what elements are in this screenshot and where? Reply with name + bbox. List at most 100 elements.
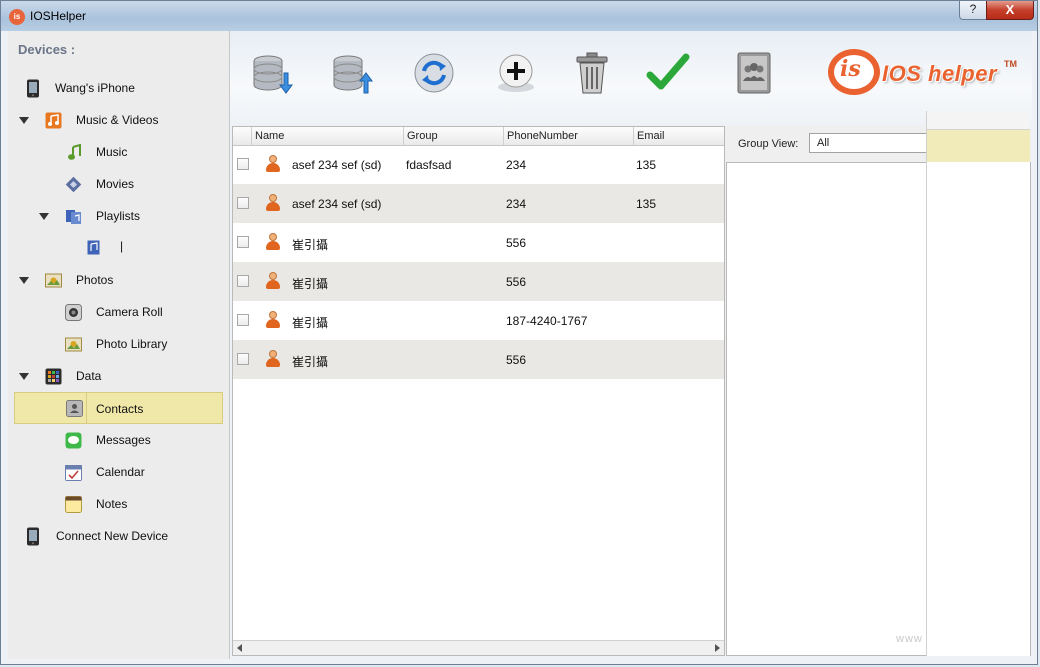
person-icon xyxy=(265,350,281,368)
data-grid-icon xyxy=(45,368,62,385)
database-import-icon[interactable] xyxy=(248,49,296,97)
title-bar: is IOSHelper ? X xyxy=(1,1,1037,31)
toolbar: is IOS helper TM xyxy=(230,31,1032,125)
person-icon xyxy=(265,194,281,212)
cell-name: asef 234 sef (sd) xyxy=(292,197,382,211)
overlay-header xyxy=(927,111,1030,130)
sidebar-item-label: Contacts xyxy=(96,402,144,416)
expand-arrow-icon[interactable] xyxy=(19,373,29,380)
camera-icon xyxy=(65,304,82,321)
table-row[interactable]: asef 234 sef (sd) fdasfsad 234 135 xyxy=(233,145,724,184)
horizontal-scrollbar[interactable] xyxy=(233,640,724,655)
expand-arrow-icon[interactable] xyxy=(19,117,29,124)
column-header-group[interactable]: Group xyxy=(403,127,503,145)
sidebar-item-photo-library[interactable]: Photo Library xyxy=(8,331,229,359)
table-row[interactable]: 崔引攝 187-4240-1767 xyxy=(233,301,724,340)
person-icon xyxy=(265,233,281,251)
sidebar-item-label: Camera Roll xyxy=(96,305,163,319)
sidebar-item-label: Data xyxy=(76,369,102,383)
sidebar-item-label: Photos xyxy=(76,273,114,287)
trash-icon[interactable] xyxy=(568,49,616,97)
sidebar-item-photos[interactable]: Photos xyxy=(8,267,229,295)
sidebar-item-camera-roll[interactable]: Camera Roll xyxy=(8,299,229,327)
devices-heading: Devices : xyxy=(18,42,76,57)
sidebar-item-label: Photo Library xyxy=(96,337,168,351)
sidebar-item-label: Calendar xyxy=(96,465,145,479)
sidebar-item-label: Messages xyxy=(96,433,151,447)
cell-phone: 234 xyxy=(506,197,527,211)
sidebar-item-notes[interactable]: Notes xyxy=(8,491,229,519)
sidebar-item-device[interactable]: Wang's iPhone xyxy=(8,75,229,103)
scroll-right-icon[interactable] xyxy=(715,644,720,652)
sidebar-item-connect-device[interactable]: Connect New Device xyxy=(8,523,229,551)
sidebar-item-music-videos[interactable]: Music & Videos xyxy=(8,107,229,135)
logo-trademark: TM xyxy=(1004,59,1017,69)
connect-device-icon xyxy=(27,527,39,546)
photos-icon xyxy=(45,273,62,288)
add-icon[interactable] xyxy=(492,49,540,97)
sidebar-item-playlists[interactable]: Playlists xyxy=(8,203,229,231)
row-checkbox[interactable] xyxy=(237,353,249,365)
cell-name: 崔引攝 xyxy=(292,277,329,291)
cell-phone: 234 xyxy=(506,158,527,172)
sidebar-item-label: Connect New Device xyxy=(56,529,169,543)
sidebar-item-label: Wang's iPhone xyxy=(55,81,135,95)
app-window: is IOSHelper ? X Devices : Wang's iPhone… xyxy=(0,0,1038,665)
column-header-phone[interactable]: PhoneNumber xyxy=(503,127,633,145)
expand-arrow-icon[interactable] xyxy=(19,277,29,284)
sidebar-item-label: Music & Videos xyxy=(76,113,159,127)
contacts-table: Name Group PhoneNumber Email asef 234 se… xyxy=(232,126,725,656)
logo-is-text: is xyxy=(840,56,861,82)
person-icon xyxy=(265,272,281,290)
row-checkbox[interactable] xyxy=(237,236,249,248)
sidebar-item-playlist[interactable]: | xyxy=(8,233,229,261)
cell-name: 崔引攝 xyxy=(292,238,329,252)
playlist-item-icon xyxy=(87,240,100,255)
overlay-selected-row[interactable] xyxy=(927,130,1030,162)
music-note-icon xyxy=(68,144,81,160)
sidebar-item-label: Playlists xyxy=(96,209,141,223)
sidebar-item-label: | xyxy=(120,239,124,253)
window-title: IOSHelper xyxy=(30,9,87,23)
sidebar-item-messages[interactable]: Messages xyxy=(8,427,229,455)
table-row[interactable]: 崔引攝 556 xyxy=(233,262,724,301)
row-checkbox[interactable] xyxy=(237,275,249,287)
sidebar-item-contacts[interactable]: Contacts xyxy=(14,392,223,424)
column-header-name[interactable]: Name xyxy=(251,127,403,145)
sidebar-item-label: Notes xyxy=(96,497,128,511)
cell-phone: 556 xyxy=(506,275,527,289)
calendar-icon xyxy=(65,465,82,481)
expand-arrow-icon[interactable] xyxy=(39,213,49,220)
row-checkbox[interactable] xyxy=(237,197,249,209)
watermark-text: www xyxy=(896,633,923,645)
row-checkbox[interactable] xyxy=(237,158,249,170)
group-view-select[interactable]: All xyxy=(809,133,927,153)
address-book-icon[interactable] xyxy=(730,49,778,97)
photo-library-icon xyxy=(65,337,82,352)
scroll-left-icon[interactable] xyxy=(237,644,242,652)
playlist-icon xyxy=(66,210,81,224)
table-row[interactable]: 崔引攝 556 xyxy=(233,340,724,379)
row-checkbox[interactable] xyxy=(237,314,249,326)
sidebar-item-calendar[interactable]: Calendar xyxy=(8,459,229,487)
notes-icon xyxy=(65,496,82,513)
checkmark-icon[interactable] xyxy=(644,49,692,97)
help-button[interactable]: ? xyxy=(959,1,987,20)
ios-helper-logo: is IOS helper TM xyxy=(828,47,1017,99)
selection-divider xyxy=(86,393,87,423)
messages-icon xyxy=(65,432,82,449)
table-row[interactable]: asef 234 sef (sd) 234 135 xyxy=(233,184,724,223)
sidebar-item-music[interactable]: Music xyxy=(8,139,229,167)
logo-text: IOS helper xyxy=(882,61,998,86)
person-icon xyxy=(265,311,281,329)
sidebar-item-data[interactable]: Data xyxy=(8,363,229,391)
table-row[interactable]: 崔引攝 556 xyxy=(233,223,724,262)
close-button[interactable]: X xyxy=(986,1,1034,20)
cell-email: 135 xyxy=(636,197,657,211)
column-header-email[interactable]: Email xyxy=(633,127,724,145)
cell-email: 135 xyxy=(636,158,657,172)
sidebar-item-movies[interactable]: Movies xyxy=(8,171,229,199)
cell-phone: 556 xyxy=(506,236,527,250)
refresh-icon[interactable] xyxy=(410,49,458,97)
database-export-icon[interactable] xyxy=(328,49,376,97)
